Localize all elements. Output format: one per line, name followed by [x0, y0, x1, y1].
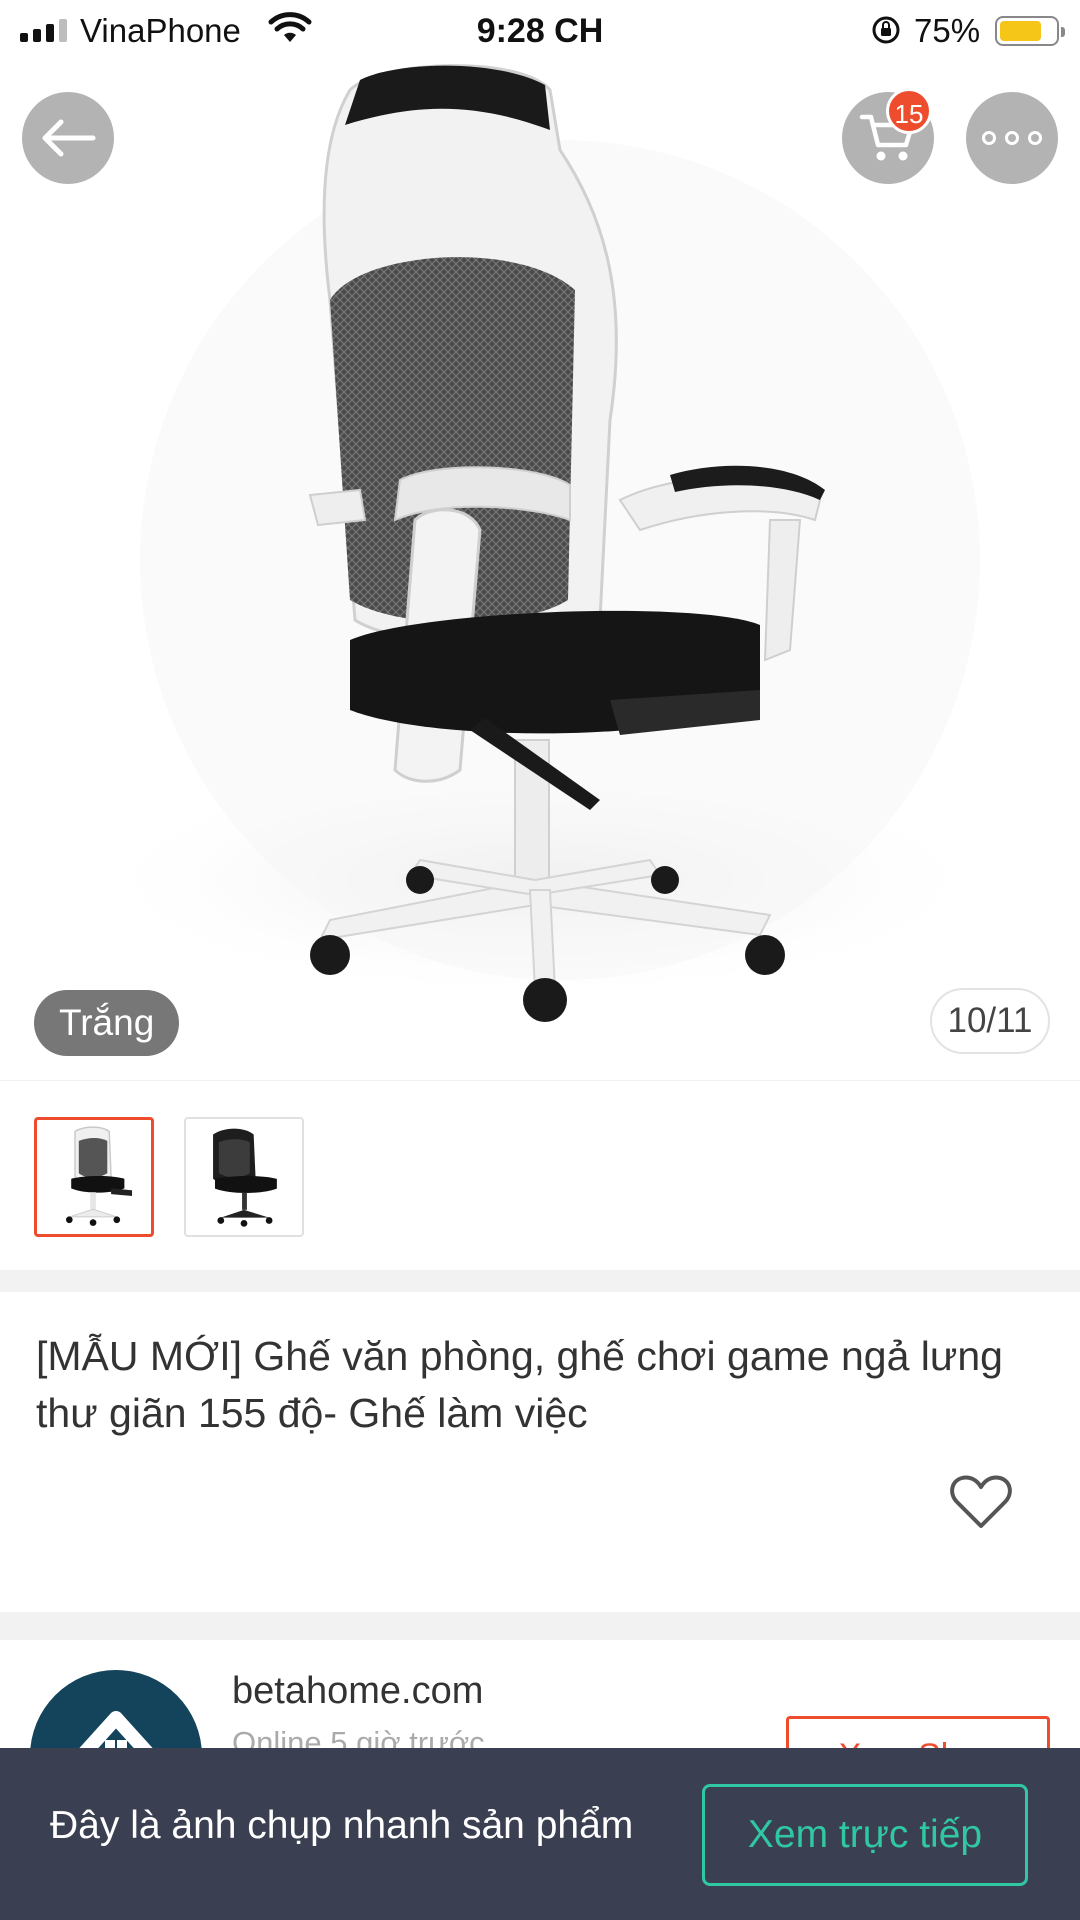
variant-label: Trắng [34, 990, 180, 1056]
section-divider [0, 1612, 1080, 1640]
product-info: [MẪU MỚI] Ghế văn phòng, ghế chơi game n… [0, 1292, 1080, 1612]
back-button[interactable] [22, 92, 114, 184]
cart-count-badge: 15 [886, 88, 932, 134]
black-chair-thumbnail-image [213, 1128, 277, 1227]
white-chair-thumbnail-image [65, 1126, 132, 1226]
more-icon [982, 131, 1042, 145]
thumbnail-white-chair[interactable] [34, 1117, 154, 1237]
status-bar: VinaPhone 9:28 CH 75% [0, 0, 1080, 62]
battery-percent: 75% [914, 12, 981, 49]
shop-name[interactable]: betahome.com [232, 1670, 483, 1713]
battery-level [1000, 21, 1041, 41]
snapshot-banner: Đây là ảnh chụp nhanh sản phẩm Xem trực … [0, 1748, 1080, 1920]
heart-icon[interactable] [948, 1472, 1014, 1532]
snapshot-message: Đây là ảnh chụp nhanh sản phẩm [50, 1804, 634, 1847]
more-options-button[interactable] [966, 92, 1058, 184]
thumbnail-black-chair[interactable] [184, 1117, 304, 1237]
orientation-lock-icon [872, 16, 900, 44]
image-page-counter: 10/11 [930, 988, 1050, 1054]
section-divider [0, 1270, 1080, 1292]
battery-icon [995, 16, 1065, 46]
view-live-button[interactable]: Xem trực tiếp [702, 1784, 1028, 1886]
variant-thumbnails [0, 1080, 1080, 1270]
product-title: [MẪU MỚI] Ghế văn phòng, ghế chơi game n… [36, 1333, 1003, 1436]
arrow-left-icon [42, 119, 96, 157]
